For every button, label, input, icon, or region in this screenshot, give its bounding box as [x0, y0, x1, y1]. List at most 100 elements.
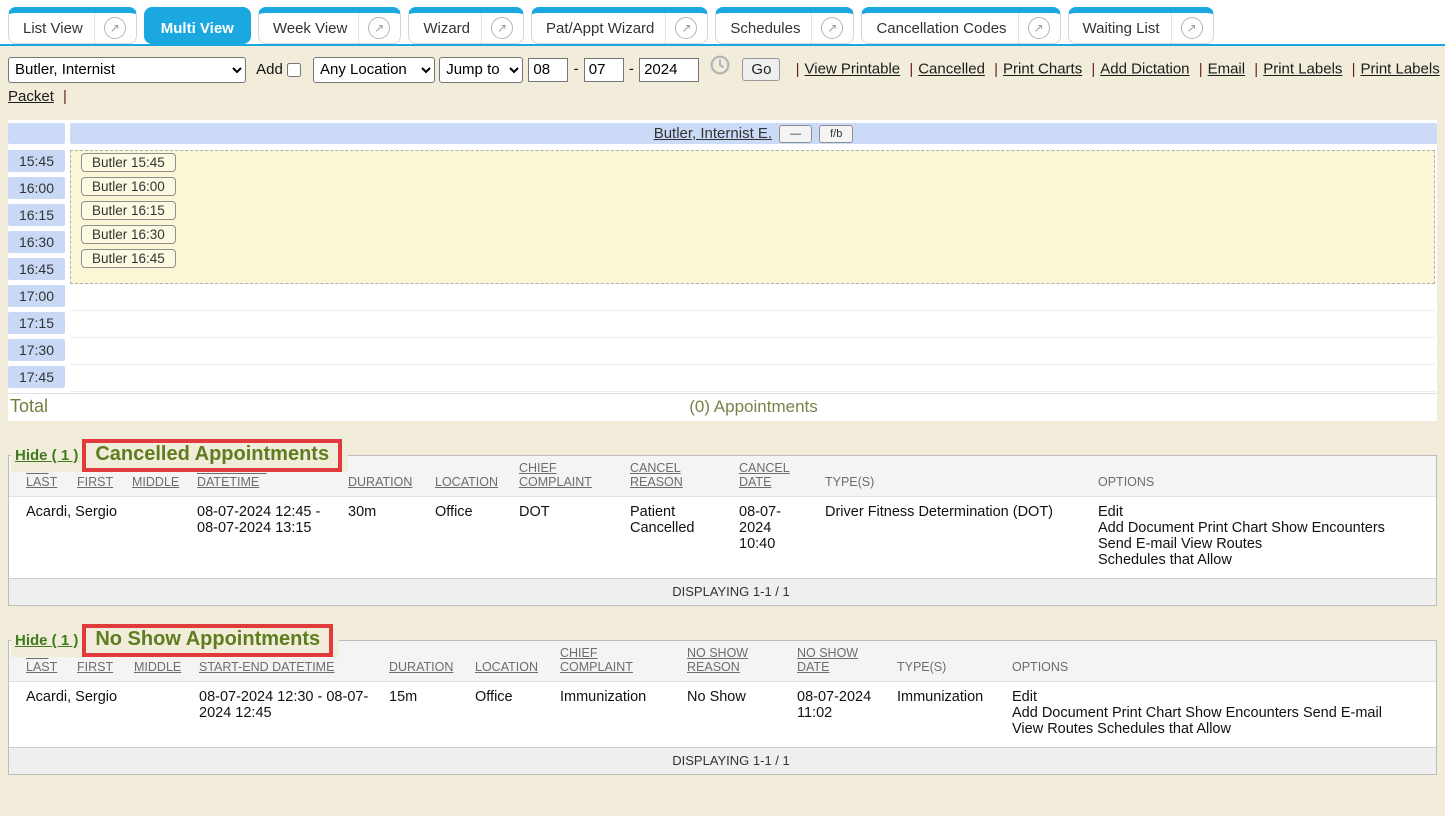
time-slot-label: 15:45 [8, 150, 65, 172]
col-options: OPTIONS [1090, 456, 1436, 497]
noshow-hide-toggle-link[interactable]: Hide ( 1 ) [15, 632, 78, 649]
noshow-reason-cell: No Show [679, 682, 789, 748]
link-print-labels[interactable]: Print Labels [1263, 61, 1342, 78]
minimize-column-button[interactable]: — [779, 125, 812, 143]
option-edit[interactable]: Edit [1012, 689, 1428, 705]
open-in-new-icon[interactable]: ↗ [1028, 17, 1050, 39]
chief-complaint-cell: DOT [511, 497, 622, 579]
time-slot-label: 16:15 [8, 204, 65, 226]
tab-multi-view[interactable]: Multi View [144, 7, 251, 44]
noshow-section-title: No Show Appointments [82, 624, 333, 657]
open-in-new-icon[interactable]: ↗ [368, 17, 390, 39]
col-cancel-date[interactable]: CANCEL DATE [731, 456, 817, 497]
option-actions[interactable]: Schedules that Allow [1098, 552, 1428, 568]
open-in-new-icon[interactable]: ↗ [675, 17, 697, 39]
date-year-input[interactable] [639, 58, 699, 82]
add-label: Add [256, 61, 283, 78]
appointments-count: (0) Appointments [70, 397, 1437, 417]
link-email[interactable]: Email [1208, 61, 1246, 78]
go-button[interactable]: Go [742, 58, 780, 81]
option-actions[interactable]: Send E-mail View Routes [1098, 536, 1428, 552]
open-in-new-icon[interactable]: ↗ [491, 17, 513, 39]
slot-button[interactable]: Butler 16:15 [81, 201, 176, 220]
noshow-date-cell: 08-07-2024 11:02 [789, 682, 889, 748]
option-actions[interactable]: View Routes Schedules that Allow [1012, 721, 1428, 737]
cancelled-section-title: Cancelled Appointments [82, 439, 342, 472]
link-view-printable[interactable]: View Printable [805, 61, 901, 78]
tab-label: List View [23, 20, 94, 37]
link-cancelled[interactable]: Cancelled [918, 61, 985, 78]
provider-column-header: Butler, Internist E. — f/b [70, 123, 1437, 144]
slot-button[interactable]: Butler 16:45 [81, 249, 176, 268]
cancel-date-cell: 08-07-2024 10:40 [731, 497, 817, 579]
slot-button[interactable]: Butler 16:30 [81, 225, 176, 244]
tab-cancellation-codes[interactable]: Cancellation Codes ↗ [861, 7, 1060, 44]
open-slots-area: Butler 15:45 Butler 16:00 Butler 16:15 B… [70, 150, 1435, 284]
tab-label: Schedules [730, 20, 811, 37]
date-day-input[interactable] [584, 58, 624, 82]
col-duration[interactable]: DURATION [381, 641, 467, 682]
tab-divider [358, 13, 359, 43]
option-actions[interactable]: Add Document Print Chart Show Encounters… [1012, 705, 1428, 721]
open-in-new-icon[interactable]: ↗ [821, 17, 843, 39]
displaying-count: DISPLAYING 1-1 / 1 [9, 579, 1436, 606]
time-slot-label: 17:15 [8, 312, 65, 334]
tab-pat-appt-wizard[interactable]: Pat/Appt Wizard ↗ [531, 7, 708, 44]
provider-link[interactable]: Butler, Internist E. [654, 125, 772, 142]
col-options: OPTIONS [1004, 641, 1436, 682]
tab-divider [1171, 13, 1172, 43]
link-separator: | [1091, 61, 1095, 78]
fb-button[interactable]: f/b [819, 125, 853, 143]
total-row: Total (0) Appointments [8, 393, 1437, 421]
col-location[interactable]: LOCATION [467, 641, 552, 682]
schedule-toolbar: Butler, Internist Add Any Location Jump … [0, 46, 1445, 116]
tab-divider [665, 13, 666, 43]
option-actions[interactable]: Add Document Print Chart Show Encounters [1098, 520, 1428, 536]
col-cancel-reason[interactable]: CANCEL REASON [622, 456, 731, 497]
provider-select[interactable]: Butler, Internist [8, 57, 246, 83]
date-month-input[interactable] [528, 58, 568, 82]
link-separator: | [994, 61, 998, 78]
tab-divider [481, 13, 482, 43]
patient-name-cell: Acardi, Sergio [9, 497, 189, 579]
slot-button[interactable]: Butler 15:45 [81, 153, 176, 172]
tab-wizard[interactable]: Wizard ↗ [408, 7, 524, 44]
tab-week-view[interactable]: Week View ↗ [258, 7, 401, 44]
cancelled-appointments-section: Hide ( 1 ) Cancelled Appointments PAT LA… [8, 455, 1437, 606]
tab-list-view[interactable]: List View ↗ [8, 7, 137, 44]
col-types: TYPE(S) [817, 456, 1090, 497]
add-checkbox[interactable] [287, 63, 301, 77]
open-in-new-icon[interactable]: ↗ [1181, 17, 1203, 39]
open-in-new-icon[interactable]: ↗ [104, 17, 126, 39]
link-separator: | [909, 61, 913, 78]
col-location[interactable]: LOCATION [427, 456, 511, 497]
option-edit[interactable]: Edit [1098, 504, 1428, 520]
col-noshow-reason[interactable]: NO SHOW REASON [679, 641, 789, 682]
empty-slot-row[interactable] [70, 365, 1435, 392]
tab-label: Week View [273, 20, 358, 37]
cancelled-hide-toggle-link[interactable]: Hide ( 1 ) [15, 447, 78, 464]
slot-button[interactable]: Butler 16:00 [81, 177, 176, 196]
empty-slot-row[interactable] [70, 338, 1435, 365]
empty-slot-row[interactable] [70, 311, 1435, 338]
date-dash: - [629, 61, 634, 78]
jump-to-select[interactable]: Jump to [439, 57, 523, 83]
link-print-charts[interactable]: Print Charts [1003, 61, 1082, 78]
col-chief-complaint[interactable]: CHIEF COMPLAINT [552, 641, 679, 682]
location-select[interactable]: Any Location [313, 57, 435, 83]
link-add-dictation[interactable]: Add Dictation [1100, 61, 1189, 78]
time-slot-label: 17:30 [8, 339, 65, 361]
col-chief-complaint[interactable]: CHIEF COMPLAINT [511, 456, 622, 497]
clock-icon[interactable] [710, 55, 730, 84]
total-label: Total [8, 396, 70, 417]
duration-cell: 30m [340, 497, 427, 579]
col-duration[interactable]: DURATION [340, 456, 427, 497]
types-cell: Driver Fitness Determination (DOT) [817, 497, 1090, 579]
empty-slot-row[interactable] [70, 284, 1435, 311]
col-noshow-date[interactable]: NO SHOW DATE [789, 641, 889, 682]
tab-waiting-list[interactable]: Waiting List ↗ [1068, 7, 1214, 44]
tab-schedules[interactable]: Schedules ↗ [715, 7, 854, 44]
schedule-grid: Butler, Internist E. — f/b 15:45 16:00 1… [8, 120, 1437, 421]
location-cell: Office [467, 682, 552, 748]
tab-label: Pat/Appt Wizard [546, 20, 665, 37]
